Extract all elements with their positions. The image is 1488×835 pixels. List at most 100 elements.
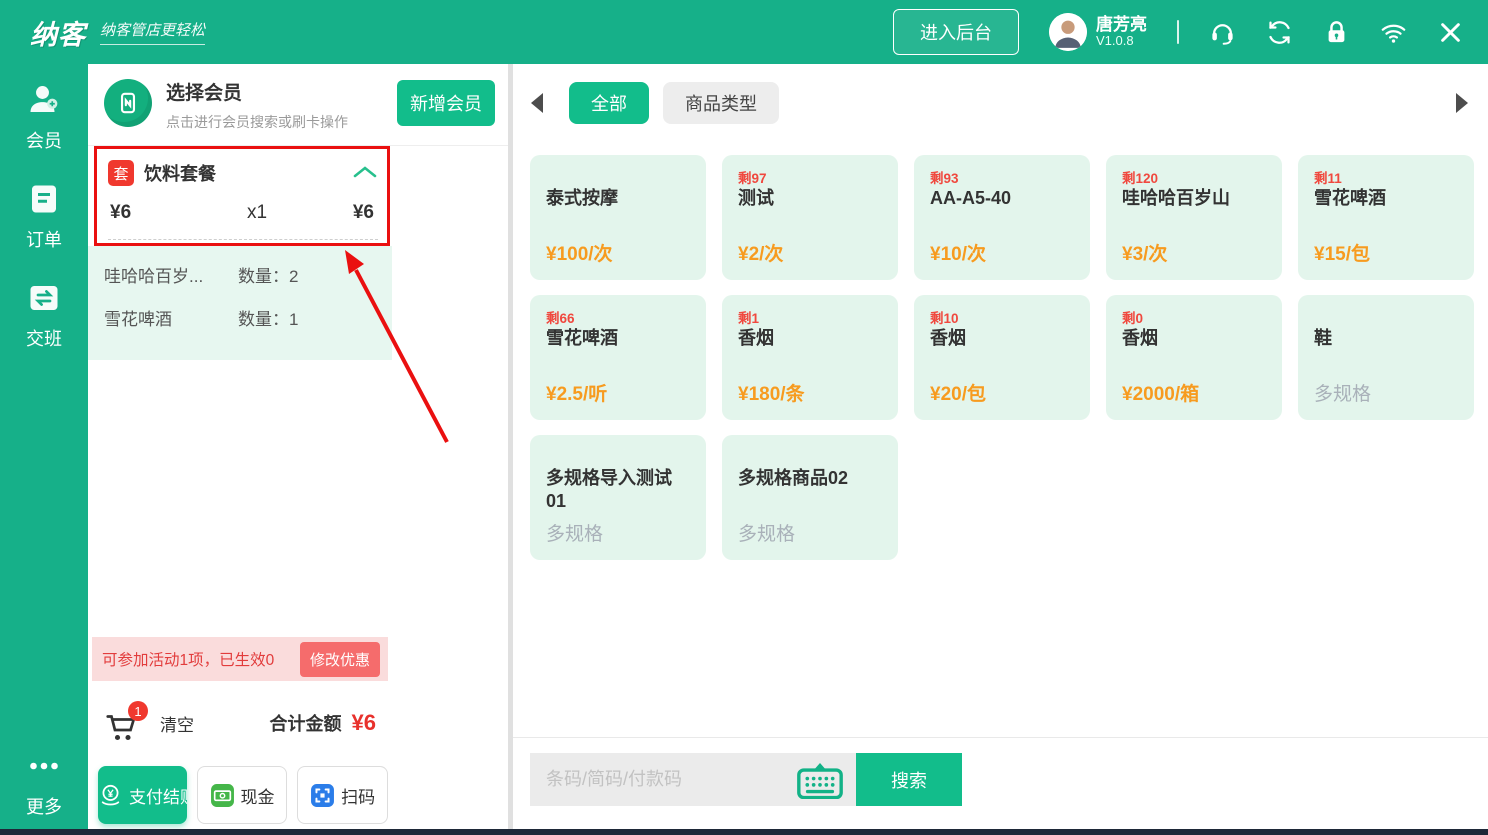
product-grid: 泰式按摩 ¥100/次 剩97 测试 ¥2/次 剩93 AA-A5-40 ¥10… [530, 155, 1474, 560]
product-stock: 剩97 [738, 167, 882, 185]
product-card[interactable]: 泰式按摩 ¥100/次 [530, 155, 706, 280]
cash-icon [210, 783, 235, 808]
order-list-icon [26, 181, 62, 222]
more-dots-icon [26, 748, 62, 789]
product-name: 雪花啤酒 [1314, 187, 1458, 210]
total-label: 合计金额 [270, 710, 342, 736]
product-card[interactable]: 多规格商品02 多规格 [722, 435, 898, 560]
sub-item-name: 哇哈哈百岁... [104, 262, 238, 287]
product-price: ¥10/次 [930, 239, 1074, 266]
product-card[interactable]: 剩10 香烟 ¥20/包 [914, 295, 1090, 420]
product-stock [738, 447, 882, 465]
cart-icon[interactable]: 1 [104, 701, 144, 745]
sidebar-item-label: 交班 [26, 325, 62, 351]
yuan-coin-icon [98, 783, 123, 808]
user-info[interactable]: 唐芳亮 V1.0.8 [1049, 13, 1147, 51]
product-stock [1314, 307, 1458, 325]
product-price: ¥3/次 [1122, 239, 1266, 266]
barcode-search-input[interactable] [546, 769, 796, 790]
sidenav: 会员 订单 交班 更多 [0, 64, 88, 829]
member-icon [26, 82, 62, 123]
total-value: ¥6 [352, 710, 376, 736]
cart-item-qty: x1 [200, 202, 314, 224]
slogan: 纳客管店更轻松 [100, 19, 205, 45]
cart-panel: 选择会员 点击进行会员搜索或刷卡操作 新增会员 套 饮料套餐 ¥6 x1 ¥6 [88, 64, 508, 829]
search-button[interactable]: 搜索 [856, 753, 962, 806]
topbar-right: 进入后台 唐芳亮 V1.0.8 [893, 9, 1464, 55]
cart-count-badge: 1 [128, 701, 148, 721]
product-stock: 剩93 [930, 167, 1074, 185]
promo-bar: 可参加活动1项，已生效0 修改优惠 [92, 637, 388, 681]
sidebar-item-shift[interactable]: 交班 [26, 280, 62, 351]
customer-service-icon[interactable] [1209, 19, 1236, 46]
cart-item-selected[interactable]: 套 饮料套餐 ¥6 x1 ¥6 [96, 148, 388, 244]
product-price: ¥15/包 [1314, 239, 1458, 266]
product-card[interactable]: 剩66 雪花啤酒 ¥2.5/听 [530, 295, 706, 420]
product-card[interactable]: 剩0 香烟 ¥2000/箱 [1106, 295, 1282, 420]
backstage-button[interactable]: 进入后台 [893, 9, 1019, 55]
product-name: 泰式按摩 [546, 187, 690, 210]
product-stock: 剩11 [1314, 167, 1458, 185]
sidebar-item-label: 会员 [26, 127, 62, 153]
combo-sub-item[interactable]: 哇哈哈百岁... 数量：2 [104, 262, 392, 287]
tab-all[interactable]: 全部 [569, 82, 649, 124]
product-card[interactable]: 剩93 AA-A5-40 ¥10/次 [914, 155, 1090, 280]
select-member-area[interactable]: 选择会员 点击进行会员搜索或刷卡操作 [166, 78, 348, 132]
category-scroll-left-icon[interactable] [529, 90, 549, 116]
sub-item-name: 雪花啤酒 [104, 305, 238, 330]
product-name: 香烟 [930, 327, 1074, 350]
sidebar-item-orders[interactable]: 订单 [26, 181, 62, 252]
member-header: 选择会员 点击进行会员搜索或刷卡操作 新增会员 [88, 64, 508, 146]
product-price: 多规格 [738, 519, 882, 546]
window-bottom-edge [0, 829, 1488, 835]
wifi-icon[interactable] [1380, 19, 1407, 46]
search-row: 搜索 [513, 737, 1488, 829]
product-price: 多规格 [546, 519, 690, 546]
combo-sub-items: 哇哈哈百岁... 数量：2 雪花啤酒 数量：1 [88, 246, 392, 360]
sync-icon[interactable] [1266, 19, 1293, 46]
combo-sub-item[interactable]: 雪花啤酒 数量：1 [104, 305, 392, 330]
category-bar: 全部 商品类型 [513, 64, 1488, 142]
panel-divider [508, 64, 513, 829]
select-member-subtitle: 点击进行会员搜索或刷卡操作 [166, 112, 348, 132]
sidebar-item-member[interactable]: 会员 [26, 82, 62, 153]
pay-checkout-button[interactable]: 支付结账 [98, 766, 187, 824]
clear-cart-button[interactable]: 清空 [160, 711, 194, 736]
product-name: AA-A5-40 [930, 187, 1074, 210]
product-stock: 剩1 [738, 307, 882, 325]
select-member-title: 选择会员 [166, 78, 348, 105]
cash-button[interactable]: 现金 [197, 766, 288, 824]
chevron-up-icon[interactable] [352, 164, 378, 182]
product-card[interactable]: 剩120 哇哈哈百岁山 ¥3/次 [1106, 155, 1282, 280]
product-card[interactable]: 鞋 多规格 [1298, 295, 1474, 420]
edit-discount-button[interactable]: 修改优惠 [300, 642, 380, 677]
sidebar-item-label: 订单 [26, 226, 62, 252]
add-member-button[interactable]: 新增会员 [397, 80, 495, 126]
product-price: ¥2000/箱 [1122, 379, 1266, 406]
cart-item-name: 饮料套餐 [144, 160, 342, 186]
product-card[interactable]: 剩11 雪花啤酒 ¥15/包 [1298, 155, 1474, 280]
product-stock [546, 167, 690, 185]
product-name: 鞋 [1314, 327, 1458, 350]
shift-exchange-icon [26, 280, 62, 321]
product-name: 哇哈哈百岁山 [1122, 187, 1266, 210]
product-price: ¥100/次 [546, 239, 690, 266]
close-icon[interactable] [1437, 19, 1464, 46]
combo-badge: 套 [108, 160, 134, 186]
product-card[interactable]: 多规格导入测试01 多规格 [530, 435, 706, 560]
product-card[interactable]: 剩97 测试 ¥2/次 [722, 155, 898, 280]
product-stock: 剩10 [930, 307, 1074, 325]
category-scroll-right-icon[interactable] [1454, 90, 1474, 116]
dashed-divider [108, 239, 378, 240]
tab-product-type[interactable]: 商品类型 [663, 82, 779, 124]
keyboard-icon[interactable] [796, 763, 844, 797]
logo: 纳客 [30, 13, 86, 52]
topbar: 纳客 纳客管店更轻松 进入后台 唐芳亮 V1.0.8 [0, 0, 1488, 64]
sidebar-item-more[interactable]: 更多 [26, 748, 62, 819]
lock-icon[interactable] [1323, 19, 1350, 46]
product-stock: 剩120 [1122, 167, 1266, 185]
scan-button[interactable]: 扫码 [297, 766, 388, 824]
product-card[interactable]: 剩1 香烟 ¥180/条 [722, 295, 898, 420]
cart-item-subtotal: ¥6 [314, 202, 374, 224]
avatar [1049, 13, 1087, 51]
